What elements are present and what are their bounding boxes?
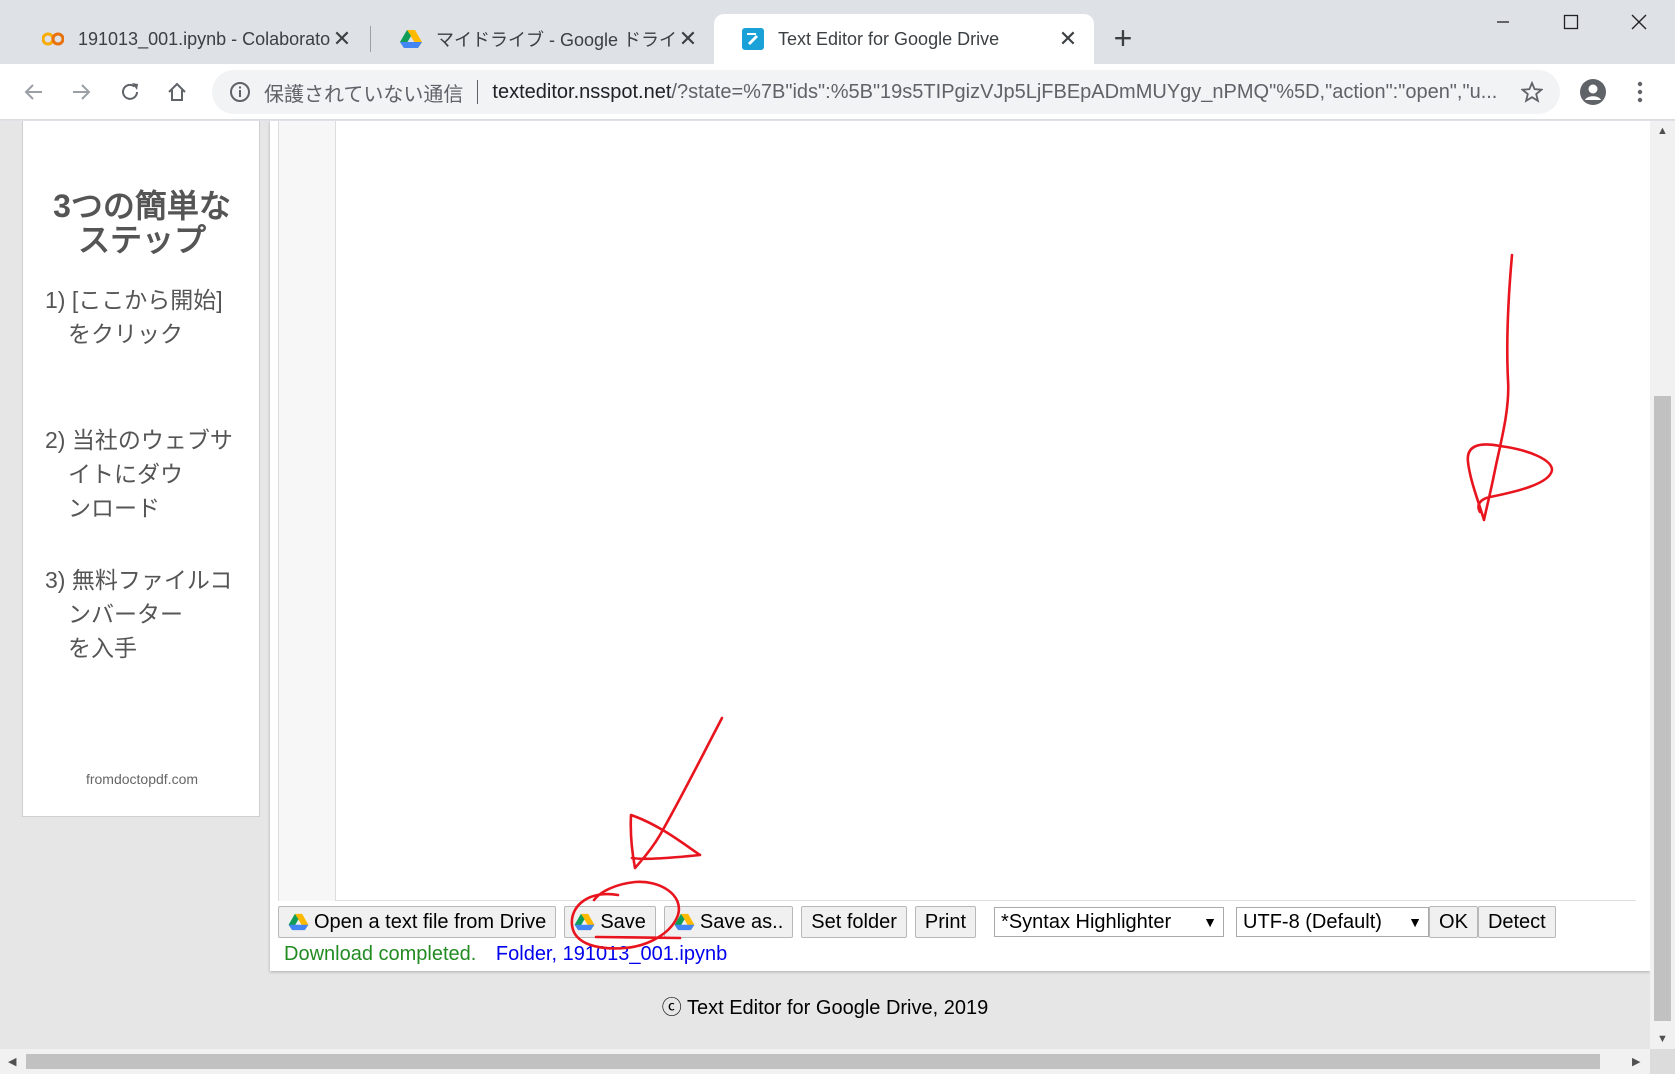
- scroll-down-icon[interactable]: ▼: [1657, 1033, 1668, 1045]
- home-icon[interactable]: [159, 74, 195, 110]
- google-drive-icon: [574, 913, 595, 931]
- save-label: Save: [600, 910, 646, 933]
- tab-title: マイドライブ - Google ドライブ: [436, 30, 676, 50]
- google-drive-icon: [674, 913, 695, 931]
- ad-title: 3つの簡単な ステップ: [53, 188, 231, 258]
- url-path: /?state=%7B"ids":%5B"19s5TIPgizVJp5LjFBE…: [671, 80, 1498, 103]
- profile-avatar-icon[interactable]: [1575, 74, 1611, 110]
- browser-toolbar: 保護されていない通信 texteditor.nsspot.net/?state=…: [0, 64, 1675, 120]
- tab-text-editor[interactable]: Text Editor for Google Drive ✕: [714, 14, 1094, 64]
- close-tab-icon[interactable]: ✕: [330, 27, 354, 51]
- open-from-drive-label: Open a text file from Drive: [314, 910, 547, 933]
- editor-button-row: Open a text file from Drive Save Save as…: [278, 905, 1564, 939]
- close-tab-icon[interactable]: ✕: [1056, 27, 1080, 51]
- ad-footer: fromdoctopdf.com: [85, 771, 199, 787]
- dropdown-arrow-icon: ▼: [1203, 914, 1218, 930]
- omnibox-divider: [477, 80, 479, 104]
- tab-title: Text Editor for Google Drive: [778, 28, 1000, 49]
- address-bar[interactable]: 保護されていない通信 texteditor.nsspot.net/?state=…: [212, 70, 1560, 114]
- encoding-select[interactable]: UTF-8 (Default) ▼: [1236, 907, 1430, 937]
- forward-icon[interactable]: [63, 74, 99, 110]
- tab-strip: 191013_001.ipynb - Colaboratory ✕ マイドライブ…: [0, 0, 1675, 64]
- ad-step-1: 1) [ここから開始] をクリック: [45, 287, 223, 347]
- line-number-gutter: [278, 121, 336, 901]
- ad-step-2: 2) 当社のウェブサ イトにダウ ンロード: [45, 427, 233, 521]
- set-folder-button[interactable]: Set folder: [801, 906, 907, 938]
- google-drive-icon: [288, 913, 309, 931]
- maximize-icon[interactable]: [1537, 0, 1605, 44]
- url-host: texteditor.nsspot.net: [492, 80, 672, 103]
- scroll-right-icon[interactable]: ▶: [1632, 1055, 1640, 1068]
- ok-button[interactable]: OK: [1429, 906, 1478, 938]
- save-as-label: Save as..: [699, 910, 784, 933]
- tab-colab[interactable]: 191013_001.ipynb - Colaboratory ✕: [14, 14, 368, 64]
- horizontal-scroll-thumb[interactable]: [26, 1054, 1600, 1069]
- encoding-select-value: UTF-8 (Default): [1243, 910, 1382, 933]
- vertical-scroll-thumb[interactable]: [1654, 396, 1671, 1021]
- bookmark-star-icon[interactable]: [1516, 76, 1548, 108]
- page-content: 3つの簡単な ステップ 1) [ここから開始] をクリック 2) 当社のウェブサ…: [0, 121, 1650, 1049]
- save-as-button[interactable]: Save as..: [663, 906, 794, 938]
- tab-title: 191013_001.ipynb - Colaboratory: [78, 28, 330, 49]
- close-window-icon[interactable]: [1605, 0, 1673, 44]
- security-label[interactable]: 保護されていない通信: [264, 78, 463, 107]
- detect-button[interactable]: Detect: [1477, 906, 1556, 938]
- copyright-footer: ⓒ Text Editor for Google Drive, 2019: [661, 997, 989, 1019]
- scroll-left-icon[interactable]: ◀: [8, 1055, 16, 1068]
- info-icon[interactable]: [228, 80, 252, 104]
- colab-icon: [42, 28, 64, 50]
- syntax-select-value: *Syntax Highlighter: [1001, 910, 1172, 933]
- syntax-highlighter-select[interactable]: *Syntax Highlighter ▼: [994, 907, 1225, 937]
- open-from-drive-button[interactable]: Open a text file from Drive: [278, 906, 557, 938]
- tab-google-drive[interactable]: マイドライブ - Google ドライブ ✕: [372, 14, 714, 64]
- google-drive-icon: [400, 28, 422, 50]
- dropdown-arrow-icon: ▼: [1408, 914, 1423, 930]
- editor-textarea[interactable]: [336, 121, 1636, 901]
- reload-icon[interactable]: [112, 74, 148, 110]
- print-button[interactable]: Print: [914, 906, 977, 938]
- ad-step-3: 3) 無料ファイルコ ンバーター を入手: [45, 567, 233, 661]
- tab-separator: [370, 26, 371, 52]
- vertical-scrollbar[interactable]: ▲ ▼: [1650, 121, 1675, 1049]
- url-text[interactable]: texteditor.nsspot.net/?state=%7B"ids":%5…: [492, 81, 1516, 104]
- status-message: Download completed.: [284, 943, 477, 965]
- new-tab-button[interactable]: +: [1106, 22, 1140, 56]
- folder-link[interactable]: Folder, 191013_001.ipynb: [496, 943, 727, 965]
- horizontal-scrollbar[interactable]: ◀ ▶: [0, 1049, 1650, 1074]
- editor-panel: Open a text file from Drive Save Save as…: [270, 121, 1650, 971]
- back-icon[interactable]: [16, 74, 52, 110]
- close-tab-icon[interactable]: ✕: [676, 27, 700, 51]
- text-editor-icon: [742, 28, 764, 50]
- minimize-icon[interactable]: [1469, 0, 1537, 44]
- menu-kebab-icon[interactable]: [1622, 74, 1658, 110]
- status-line: Download completed. Folder, 191013_001.i…: [284, 943, 727, 966]
- scroll-up-icon[interactable]: ▲: [1657, 125, 1668, 137]
- save-button[interactable]: Save: [564, 906, 656, 938]
- scrollbar-corner: [1650, 1049, 1675, 1074]
- ad-banner[interactable]: 3つの簡単な ステップ 1) [ここから開始] をクリック 2) 当社のウェブサ…: [22, 121, 260, 817]
